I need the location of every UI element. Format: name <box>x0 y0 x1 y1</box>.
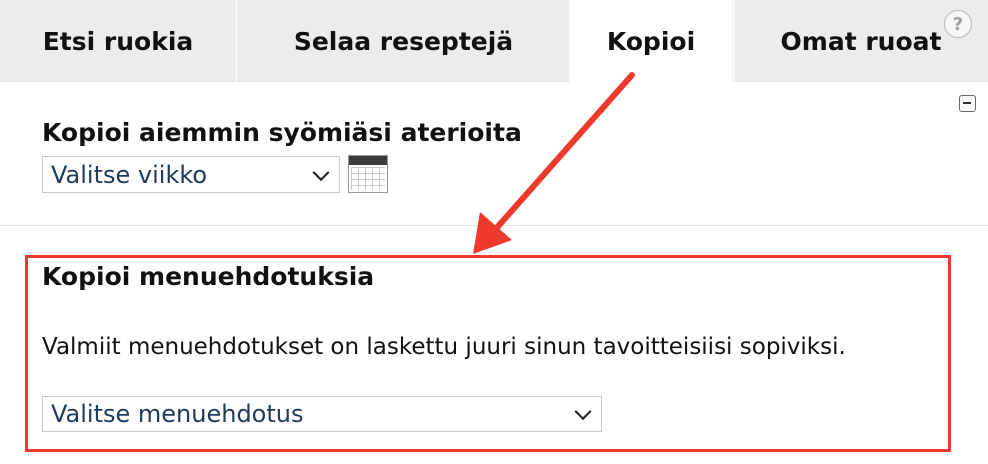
copy-meals-section <box>0 83 988 226</box>
tab-label: Kopioi <box>606 27 696 56</box>
chevron-down-icon <box>312 163 330 181</box>
help-glyph: ? <box>952 13 964 35</box>
calendar-header <box>349 156 387 165</box>
week-select-value: Valitse viikko <box>51 160 208 189</box>
calendar-grid <box>351 167 385 190</box>
tab-etsi-ruokia[interactable]: Etsi ruokia <box>0 0 237 82</box>
tab-label: Etsi ruokia <box>42 26 194 56</box>
menu-suggestions-description: Valmiit menuehdotukset on laskettu juuri… <box>42 334 846 360</box>
chevron-down-icon <box>574 403 592 421</box>
copy-meals-heading: Kopioi aiemmin syömiäsi aterioita <box>42 118 522 147</box>
week-select[interactable]: Valitse viikko <box>42 156 340 193</box>
tab-label: Omat ruoat <box>780 26 942 56</box>
menu-select-value: Valitse menuehdotus <box>51 400 304 428</box>
menu-suggestions-heading: Kopioi menuehdotuksia <box>42 262 375 291</box>
tab-bar: Etsi ruokia Selaa reseptejä Kopioi Omat … <box>0 0 988 83</box>
help-icon[interactable]: ? <box>944 10 972 38</box>
tab-kopioi[interactable]: Kopioi <box>570 0 732 83</box>
tab-label: Selaa reseptejä <box>293 26 514 56</box>
calendar-icon[interactable] <box>348 155 388 193</box>
collapse-icon[interactable] <box>959 95 976 112</box>
tab-selaa-resepteja[interactable]: Selaa reseptejä <box>238 0 570 82</box>
menu-select[interactable]: Valitse menuehdotus <box>42 396 602 432</box>
